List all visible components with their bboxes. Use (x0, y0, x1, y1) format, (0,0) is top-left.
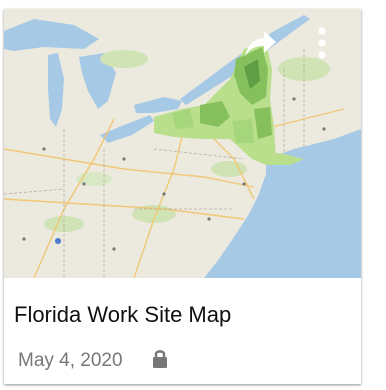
map-card[interactable]: Florida Work Site Map May 4, 2020 (4, 9, 361, 384)
more-options-button[interactable] (312, 25, 332, 61)
card-date: May 4, 2020 (18, 350, 123, 371)
share-arrow-icon (245, 31, 276, 57)
lock-icon (153, 350, 167, 368)
more-vertical-icon (318, 27, 326, 59)
card-title[interactable]: Florida Work Site Map (14, 302, 231, 328)
map-thumbnail[interactable] (4, 9, 361, 278)
share-button[interactable] (244, 29, 278, 59)
map-image (4, 9, 361, 278)
card-footer: Florida Work Site Map May 4, 2020 (4, 278, 361, 384)
